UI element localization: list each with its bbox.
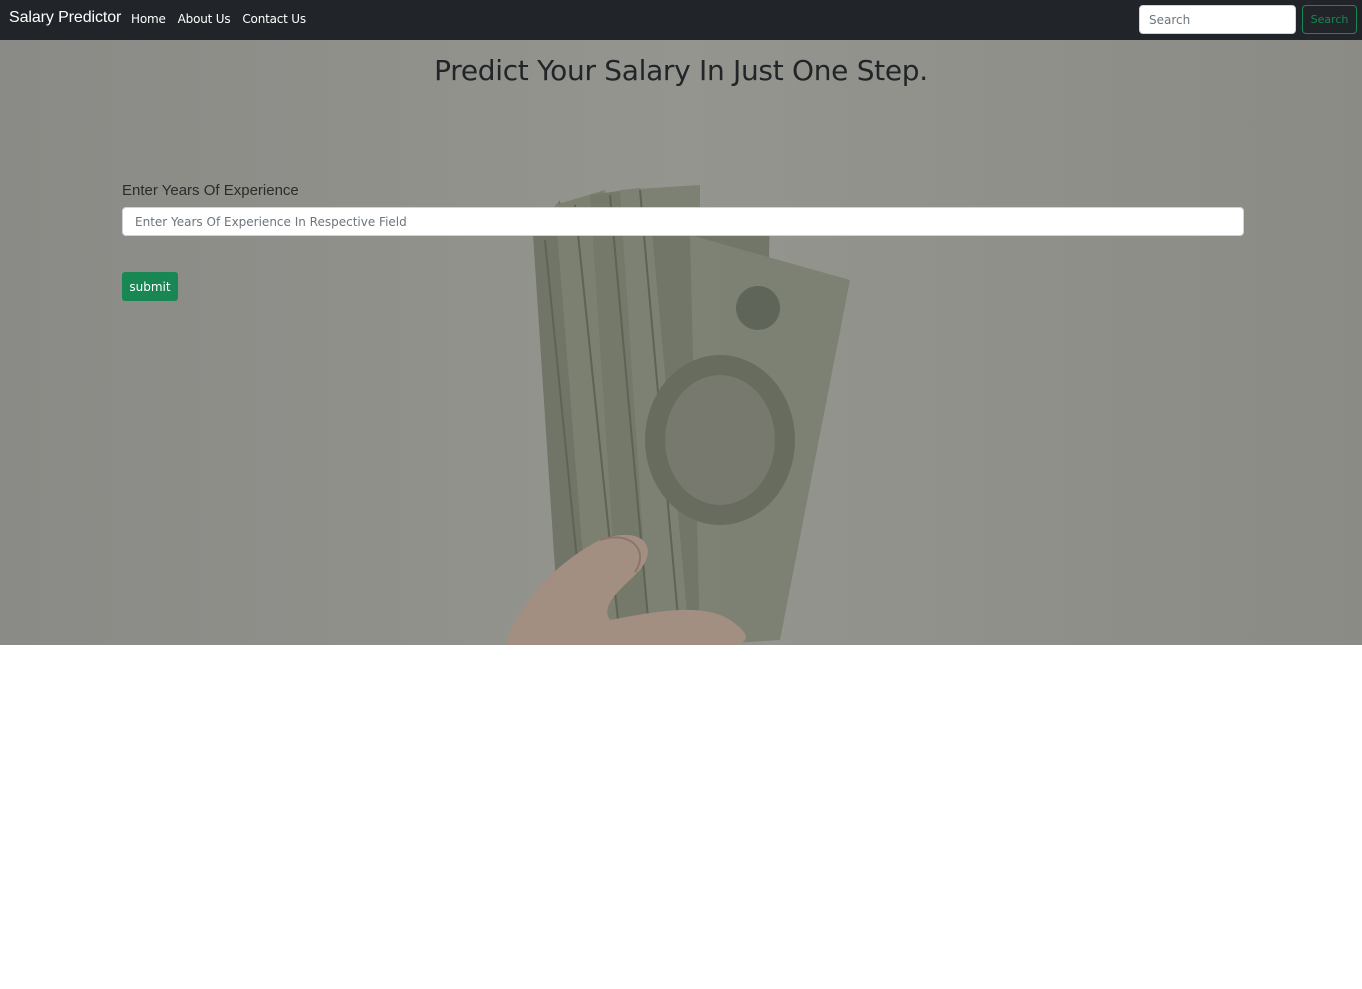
brand-logo-text[interactable]: Salary Predictor	[9, 9, 121, 27]
years-experience-input[interactable]	[122, 207, 1244, 236]
nav-links: Home About Us Contact Us	[131, 12, 306, 26]
nav-link-about-us[interactable]: About Us	[178, 12, 231, 26]
search-input[interactable]	[1139, 5, 1296, 34]
nav-link-home[interactable]: Home	[131, 12, 166, 26]
search-button[interactable]: Search	[1302, 5, 1357, 34]
experience-label: Enter Years Of Experience	[122, 182, 299, 199]
top-navbar: Salary Predictor Home About Us Contact U…	[0, 0, 1362, 40]
hero-section: Predict Your Salary In Just One Step. En…	[0, 40, 1362, 645]
submit-button[interactable]: submit	[122, 272, 178, 301]
nav-link-contact-us[interactable]: Contact Us	[242, 12, 306, 26]
cash-in-hand-photo	[0, 40, 1362, 645]
page-headline: Predict Your Salary In Just One Step.	[434, 54, 928, 87]
